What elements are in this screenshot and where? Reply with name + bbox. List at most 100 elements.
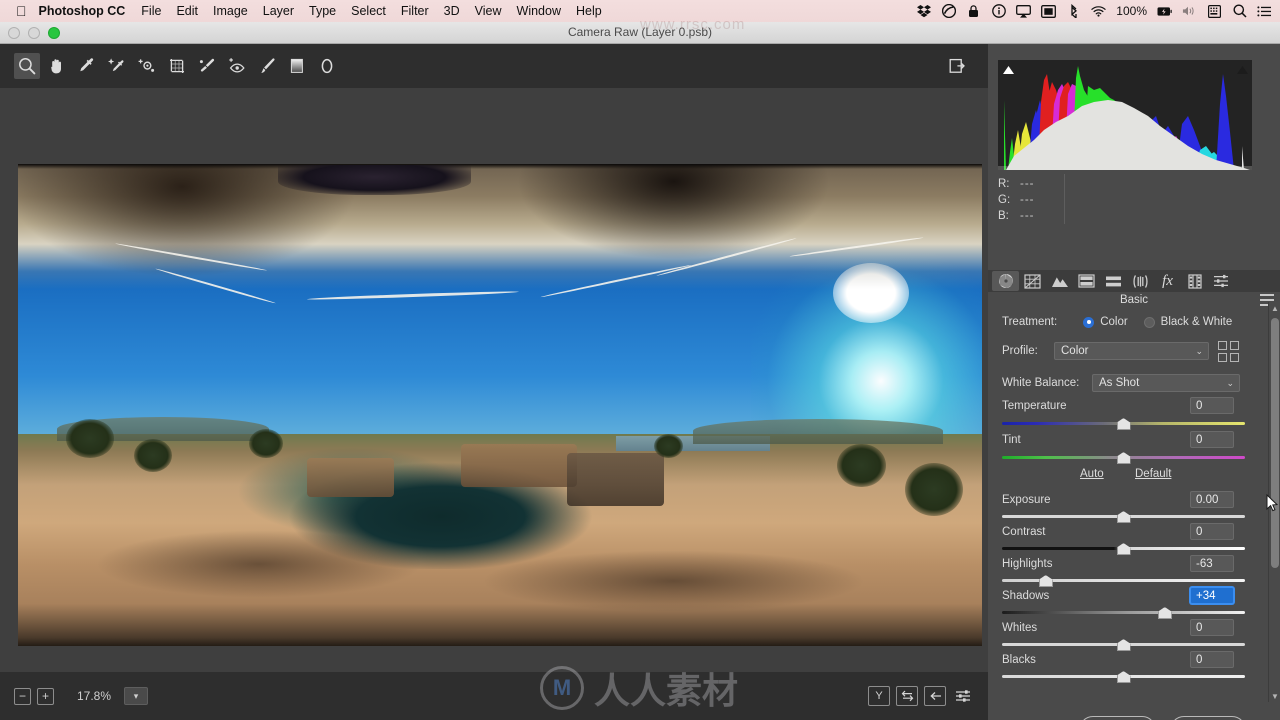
ok-button[interactable]: OK (1170, 716, 1246, 720)
tab-basic[interactable] (992, 271, 1019, 291)
before-after-swap-icon[interactable] (896, 686, 918, 706)
color-sampler-tool-icon[interactable] (104, 53, 130, 79)
creative-cloud-icon[interactable] (941, 4, 956, 19)
slider-exposure[interactable]: Exposure 0.00 (1002, 491, 1248, 524)
tab-detail[interactable] (1046, 271, 1073, 291)
spot-removal-tool-icon[interactable] (194, 53, 220, 79)
contrast-slider[interactable] (1002, 543, 1245, 555)
slider-temperature[interactable]: Temperature 0 (1002, 397, 1248, 432)
dropbox-icon[interactable] (916, 4, 931, 19)
histogram[interactable] (998, 60, 1252, 170)
tab-effects[interactable]: fx (1154, 271, 1181, 291)
shadows-value[interactable]: +34 (1190, 587, 1234, 604)
shadows-slider[interactable] (1002, 607, 1245, 619)
exposure-value[interactable]: 0.00 (1190, 491, 1234, 508)
apple-logo-icon[interactable]:  (16, 4, 27, 18)
white-balance-tool-icon[interactable] (74, 53, 100, 79)
whites-knob[interactable] (1116, 639, 1131, 651)
toggle-sampler-icon[interactable]: Y (868, 686, 890, 706)
crop-tool-icon[interactable] (164, 53, 190, 79)
tab-hsl-grayscale[interactable] (1073, 271, 1100, 291)
open-preferences-icon[interactable] (944, 53, 970, 79)
cancel-button[interactable]: Cancel (1079, 716, 1156, 720)
menu-item-file[interactable]: File (141, 4, 161, 18)
slider-highlights[interactable]: Highlights -63 (1002, 555, 1248, 588)
menu-item-view[interactable]: View (475, 4, 502, 18)
blacks-slider[interactable] (1002, 671, 1245, 683)
menu-item-type[interactable]: Type (309, 4, 336, 18)
menu-item-3d[interactable]: 3D (444, 4, 460, 18)
targeted-adjustment-tool-icon[interactable] (134, 53, 160, 79)
profile-select[interactable]: Color ⌄ (1054, 342, 1209, 360)
image-canvas-area[interactable] (0, 88, 988, 672)
exposure-slider[interactable] (1002, 511, 1245, 523)
temperature-slider[interactable] (1002, 418, 1245, 430)
default-link[interactable]: Default (1135, 468, 1171, 480)
menu-item-help[interactable]: Help (576, 4, 602, 18)
slider-contrast[interactable]: Contrast 0 (1002, 523, 1248, 556)
before-after-options-icon[interactable] (952, 686, 974, 706)
wifi-icon[interactable] (1091, 4, 1106, 19)
lock-icon[interactable] (966, 4, 981, 19)
blacks-value[interactable]: 0 (1190, 651, 1234, 668)
tab-calibration[interactable] (1181, 271, 1208, 291)
slider-blacks[interactable]: Blacks 0 (1002, 651, 1248, 684)
menu-item-edit[interactable]: Edit (176, 4, 198, 18)
contrast-value[interactable]: 0 (1190, 523, 1234, 540)
scrollbar-thumb[interactable] (1271, 318, 1279, 568)
temperature-value[interactable]: 0 (1190, 397, 1234, 414)
display-icon[interactable] (1041, 4, 1057, 19)
profile-browser-icon[interactable] (1218, 340, 1239, 362)
shadow-clipping-warning-icon[interactable] (999, 61, 1017, 79)
treatment-option-bw[interactable]: Black & White (1143, 316, 1232, 328)
slider-whites[interactable]: Whites 0 (1002, 619, 1248, 652)
radial-filter-icon[interactable] (314, 53, 340, 79)
shadows-knob[interactable] (1157, 607, 1172, 619)
tint-value[interactable]: 0 (1190, 431, 1234, 448)
auto-link[interactable]: Auto (1080, 468, 1104, 480)
highlight-clipping-warning-icon[interactable] (1233, 61, 1251, 79)
slider-tint[interactable]: Tint 0 (1002, 431, 1248, 466)
menu-app-name[interactable]: Photoshop CC (39, 4, 126, 18)
whites-slider[interactable] (1002, 639, 1245, 651)
scroll-down-icon[interactable]: ▼ (1269, 690, 1280, 702)
battery-charging-icon[interactable] (1157, 4, 1172, 19)
highlights-slider[interactable] (1002, 575, 1245, 587)
slider-shadows[interactable]: Shadows +34 (1002, 587, 1248, 620)
exposure-knob[interactable] (1116, 511, 1131, 523)
zoom-in-button[interactable]: + (37, 687, 54, 705)
red-eye-removal-tool-icon[interactable] (224, 53, 250, 79)
bluetooth-icon[interactable] (1066, 4, 1081, 19)
highlights-knob[interactable] (1038, 575, 1053, 587)
tint-slider[interactable] (1002, 452, 1245, 464)
graduated-filter-icon[interactable] (284, 53, 310, 79)
tint-knob[interactable] (1116, 452, 1131, 464)
raw-image-preview[interactable] (18, 164, 982, 646)
menu-item-select[interactable]: Select (351, 4, 386, 18)
notification-center-icon[interactable] (1257, 4, 1272, 19)
blacks-knob[interactable] (1116, 671, 1131, 683)
zoom-tool-icon[interactable] (14, 53, 40, 79)
menu-item-image[interactable]: Image (213, 4, 248, 18)
spotlight-search-icon[interactable] (1232, 4, 1247, 19)
zoom-dropdown-icon[interactable]: ▾ (124, 687, 148, 705)
hand-tool-icon[interactable] (44, 53, 70, 79)
scroll-up-icon[interactable]: ▲ (1269, 302, 1280, 314)
tab-presets[interactable] (1208, 271, 1235, 291)
white-balance-select[interactable]: As Shot ⌄ (1092, 374, 1240, 392)
airplay-icon[interactable] (1016, 4, 1032, 19)
input-source-icon[interactable] (1207, 4, 1222, 19)
zoom-out-button[interactable]: − (14, 687, 31, 705)
menu-item-window[interactable]: Window (517, 4, 561, 18)
tab-split-toning[interactable] (1100, 271, 1127, 291)
menu-item-filter[interactable]: Filter (401, 4, 429, 18)
tab-tone-curve[interactable] (1019, 271, 1046, 291)
temperature-knob[interactable] (1116, 418, 1131, 430)
whites-value[interactable]: 0 (1190, 619, 1234, 636)
adjustment-brush-icon[interactable] (254, 53, 280, 79)
contrast-knob[interactable] (1116, 543, 1131, 555)
copy-settings-icon[interactable] (924, 686, 946, 706)
volume-icon[interactable] (1182, 4, 1197, 19)
menu-item-layer[interactable]: Layer (263, 4, 294, 18)
highlights-value[interactable]: -63 (1190, 555, 1234, 572)
